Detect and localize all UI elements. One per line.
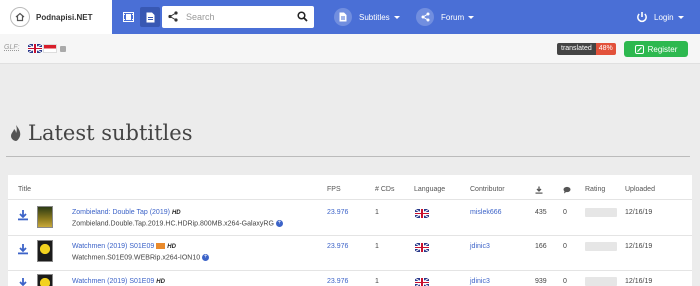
flame-icon [11, 125, 21, 141]
hd-badge: HD [171, 210, 181, 216]
chevron-down-icon [468, 15, 475, 19]
login-label: Login [654, 12, 674, 22]
poster-thumbnail[interactable] [37, 206, 53, 228]
indonesia-flag-icon[interactable] [43, 44, 57, 53]
translated-badge: translated 48% [557, 43, 616, 55]
download-icon[interactable] [17, 209, 29, 221]
rating-bar [585, 277, 617, 286]
share-icon[interactable] [168, 11, 178, 24]
col-comments[interactable] [563, 186, 571, 196]
subtitles-menu-label: Subtitles [359, 12, 390, 22]
contributor-link[interactable]: mislek666 [470, 209, 502, 216]
chevron-down-icon [677, 15, 684, 19]
register-label: Register [647, 44, 678, 54]
hd-badge: HD [156, 279, 165, 285]
download-icon [535, 186, 543, 194]
col-uploaded[interactable]: Uploaded [625, 186, 655, 193]
comments-count: 0 [563, 209, 567, 216]
col-title[interactable]: Title [18, 186, 31, 193]
register-button[interactable]: Register [624, 41, 688, 57]
uploaded-date: 12/16/19 [625, 209, 653, 216]
col-fps[interactable]: FPS [327, 186, 341, 193]
forum-menu[interactable]: Forum [416, 8, 475, 26]
share-icon [416, 8, 434, 26]
top-navbar: Podnapisi.NET Subtitles Forum Login [0, 0, 700, 34]
downloads-count: 435 [535, 209, 547, 216]
subtitle-title-link[interactable]: Watchmen (2019) S01E09 HD [72, 243, 176, 250]
subtitles-filter-button[interactable] [140, 7, 160, 27]
comment-icon [563, 186, 571, 194]
search-input[interactable] [186, 12, 296, 22]
uploaded-date: 12/16/19 [625, 278, 653, 285]
subtitle-title-link[interactable]: Watchmen (2019) S01E09 HD [72, 278, 165, 285]
search-box [162, 6, 314, 28]
more-releases-icon[interactable]: + [275, 220, 283, 227]
global-language-filter[interactable] [28, 44, 66, 53]
row-divider [8, 270, 692, 271]
fps-value[interactable]: 23.976 [327, 243, 348, 250]
movies-filter-button[interactable] [118, 7, 138, 27]
document-icon [146, 12, 154, 22]
release-name: Watchmen.S01E09.WEBRip.x264-ION10 + [72, 254, 210, 262]
glf-label[interactable]: GLF: [4, 44, 20, 51]
uk-flag-icon[interactable] [28, 44, 42, 53]
translated-percent: 48% [595, 43, 616, 55]
power-icon [636, 11, 648, 23]
poster-thumbnail[interactable] [37, 240, 53, 262]
search-icon[interactable] [297, 11, 308, 24]
hd-badge: HD [167, 244, 176, 250]
chevron-down-icon [393, 15, 400, 19]
new-badge-icon [156, 243, 166, 250]
subtitle-title-link[interactable]: Zombieland: Double Tap (2019) HD [72, 209, 181, 216]
poster-thumbnail[interactable] [37, 274, 53, 286]
col-downloads[interactable] [535, 186, 543, 196]
more-releases-icon[interactable]: + [202, 254, 210, 261]
login-menu[interactable]: Login [636, 8, 684, 26]
uk-flag-icon[interactable] [415, 209, 429, 218]
col-language[interactable]: Language [414, 186, 445, 193]
add-language-icon[interactable] [60, 45, 66, 52]
cds-value: 1 [375, 209, 379, 216]
rating-bar [585, 242, 617, 251]
cds-value: 1 [375, 243, 379, 250]
header-divider [8, 199, 692, 200]
document-icon [334, 8, 352, 26]
downloads-count: 166 [535, 243, 547, 250]
page-title: Latest subtitles [10, 121, 192, 145]
home-icon [10, 7, 30, 27]
uk-flag-icon[interactable] [415, 278, 429, 286]
title-divider [6, 156, 690, 157]
uk-flag-icon[interactable] [415, 243, 429, 252]
fps-value[interactable]: 23.976 [327, 209, 348, 216]
translated-label: translated [557, 43, 596, 55]
site-name: Podnapisi.NET [36, 12, 93, 22]
rating-bar [585, 208, 617, 217]
col-rating[interactable]: Rating [585, 186, 605, 193]
film-icon [122, 12, 134, 22]
col-cds[interactable]: # CDs [375, 186, 394, 193]
pen-icon [634, 44, 644, 54]
contributor-link[interactable]: jdinic3 [470, 278, 490, 285]
row-divider [8, 235, 692, 236]
download-icon[interactable] [17, 243, 29, 255]
release-name: Zombieland.Double.Tap.2019.HC.HDRip.800M… [72, 220, 283, 228]
subtitles-menu[interactable]: Subtitles [334, 8, 400, 26]
contributor-link[interactable]: jdinic3 [470, 243, 490, 250]
comments-count: 0 [563, 243, 567, 250]
page-title-text: Latest subtitles [28, 121, 193, 145]
cds-value: 1 [375, 278, 379, 285]
comments-count: 0 [563, 278, 567, 285]
forum-menu-label: Forum [441, 12, 465, 22]
site-logo[interactable]: Podnapisi.NET [0, 0, 112, 34]
downloads-count: 939 [535, 278, 547, 285]
col-contributor[interactable]: Contributor [470, 186, 505, 193]
download-icon[interactable] [17, 277, 29, 286]
fps-value[interactable]: 23.976 [327, 278, 348, 285]
uploaded-date: 12/16/19 [625, 243, 653, 250]
